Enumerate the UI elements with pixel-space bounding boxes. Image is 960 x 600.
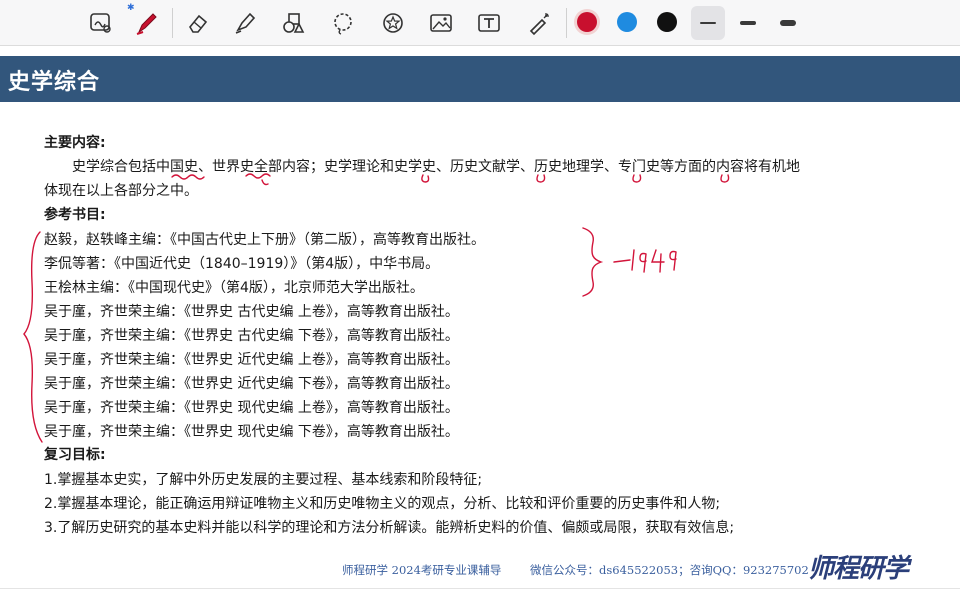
reference-item: 赵毅，赵轶峰主编：《中国古代史上下册》（第二版），高等教育出版社。	[44, 232, 485, 248]
reference-item: 吴于廑，齐世荣主编：《世界史 近代史编 下卷》，高等教育出版社。	[44, 376, 459, 392]
goal-item: 3.了解历史研究的基本史料并能以科学的理论和方法分析解读。能辨析史料的价值、偏颇…	[44, 520, 735, 536]
main-content-heading: 主要内容:	[44, 135, 106, 151]
main-content-paragraph-line2: 体现在以上各部分之中。	[44, 183, 198, 199]
reference-item: 王桧林主编：《中国现代史》（第4版），北京师范大学出版社。	[44, 280, 424, 296]
main-content-paragraph-line1: 史学综合包括中国史、世界史全部内容；史学理论和史学史、历史文献学、历史地理学、专…	[72, 159, 800, 175]
footer-divider	[0, 588, 960, 589]
reference-item: 吴于廑，齐世荣主编：《世界史 现代史编 下卷》，高等教育出版社。	[44, 424, 459, 440]
reference-item: 吴于廑，齐世荣主编：《世界史 古代史编 上卷》，高等教育出版社。	[44, 304, 459, 320]
references-heading: 参考书目:	[44, 207, 106, 223]
reference-item: 李侃等著：《中国近代史（1840–1919）》（第4版），中华书局。	[44, 256, 440, 272]
footer-left-text: 师程研学 2024考研专业课辅导	[342, 563, 502, 577]
reference-item: 吴于廑，齐世荣主编：《世界史 古代史编 下卷》，高等教育出版社。	[44, 328, 459, 344]
goal-item: 2.掌握基本理论，能正确运用辩证唯物主义和历史唯物主义的观点，分析、比较和评价重…	[44, 496, 721, 512]
goals-heading: 复习目标:	[44, 447, 106, 463]
brand-logo: 师程研学	[808, 554, 909, 584]
slide-content: 主要内容: 史学综合包括中国史、世界史全部内容；史学理论和史学史、历史文献学、历…	[0, 0, 960, 600]
reference-item: 吴于廑，齐世荣主编：《世界史 现代史编 上卷》，高等教育出版社。	[44, 400, 459, 416]
goal-item: 1.掌握基本史实，了解中外历史发展的主要过程、基本线索和阶段特征;	[44, 472, 483, 488]
footer-contact-text: 微信公众号：ds645522053；咨询QQ：923275702	[530, 563, 809, 577]
reference-item: 吴于廑，齐世荣主编：《世界史 近代史编 上卷》，高等教育出版社。	[44, 352, 459, 368]
